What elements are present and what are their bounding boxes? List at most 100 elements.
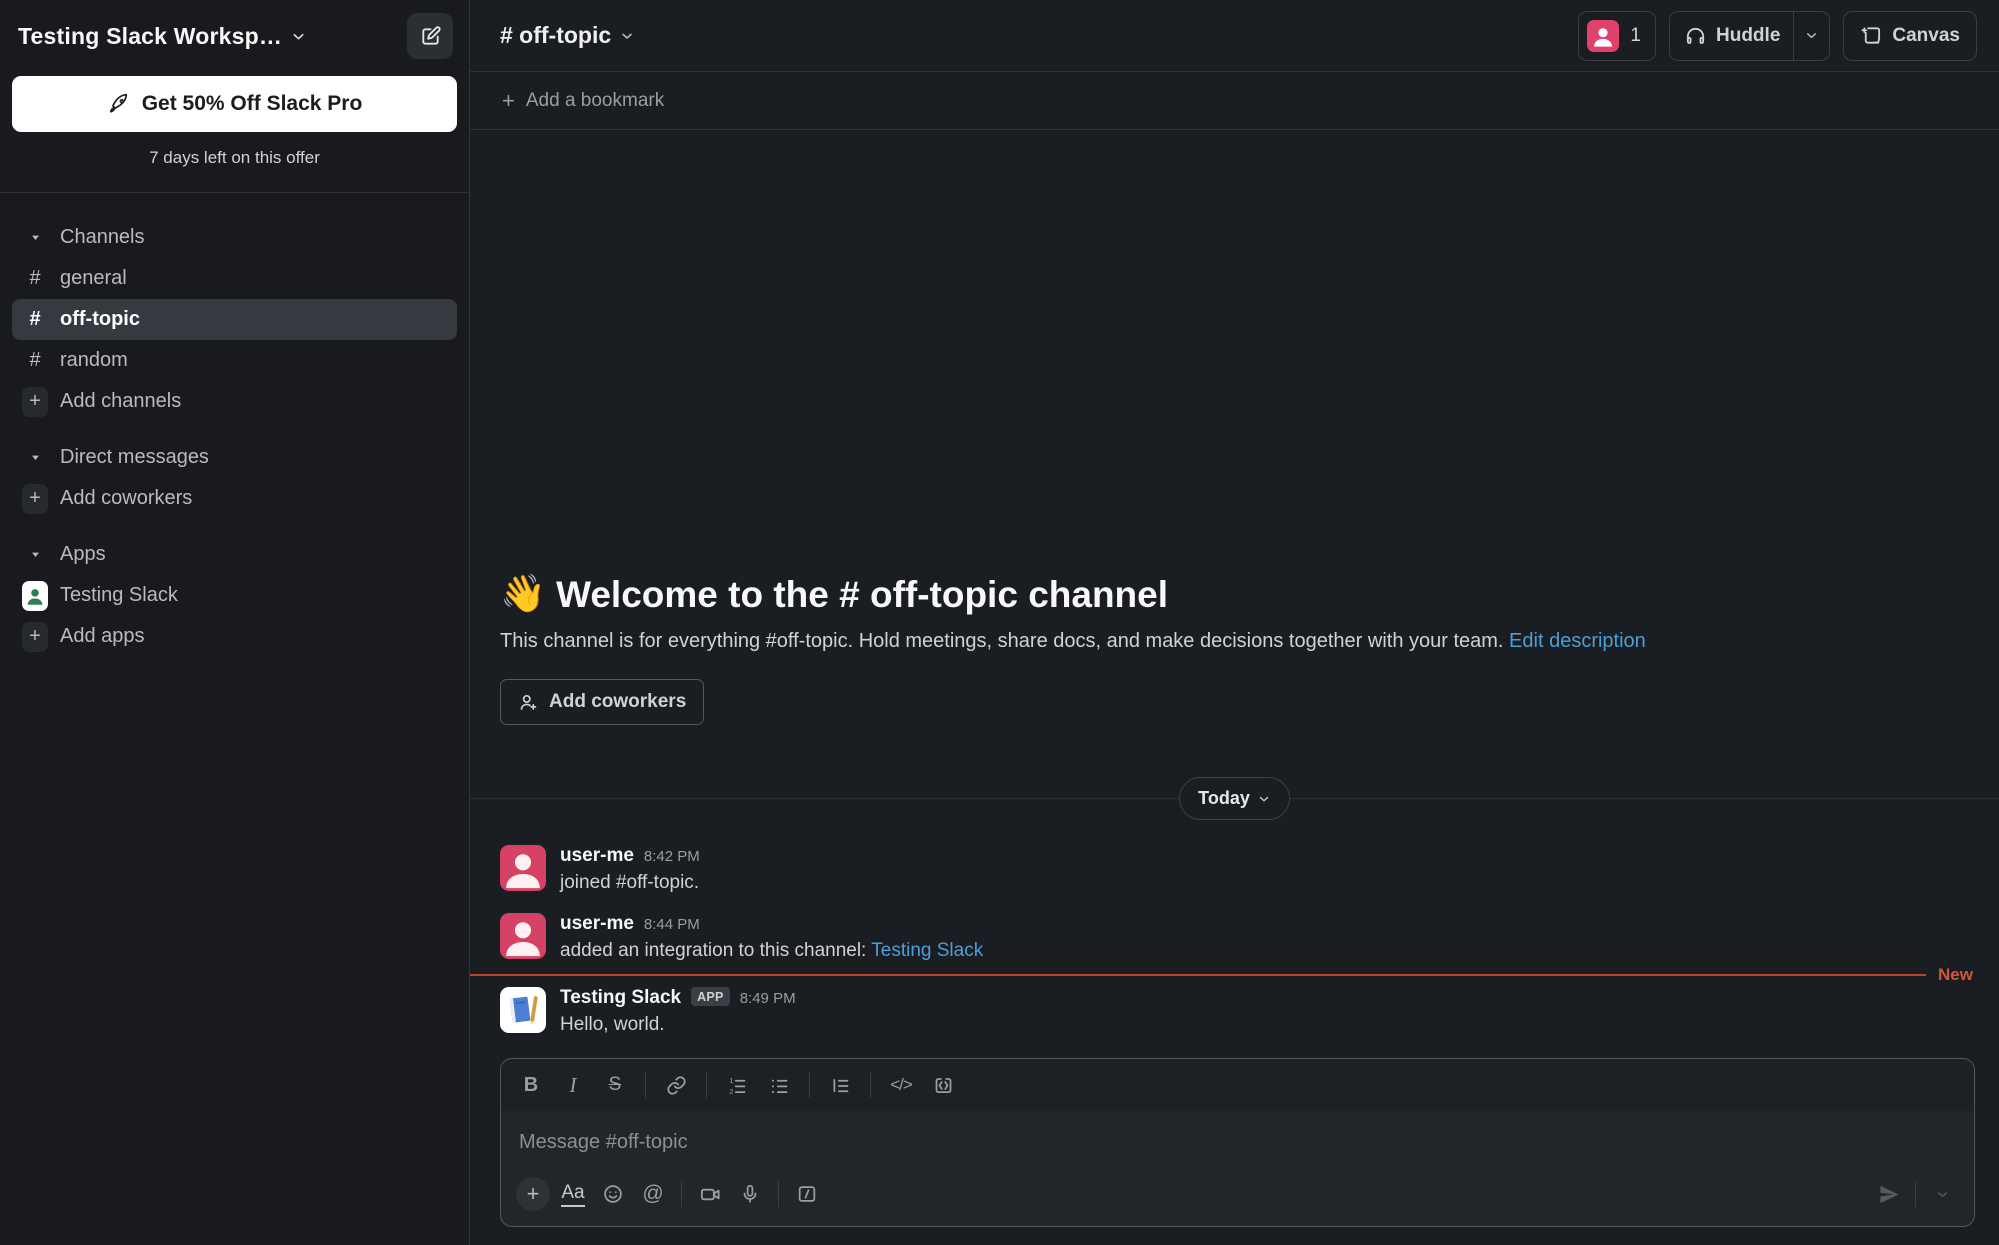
plus-icon: +	[22, 387, 48, 417]
slack-app: Testing Slack Worksp… Get 50% Off Slack …	[0, 0, 1999, 1245]
strikethrough-button[interactable]: S	[595, 1067, 635, 1103]
sidebar-item-random[interactable]: # random	[12, 340, 457, 381]
avatar[interactable]	[500, 913, 546, 959]
app-avatar	[22, 581, 48, 611]
workspace-switcher[interactable]: Testing Slack Worksp…	[18, 23, 307, 50]
code-block-button[interactable]	[923, 1067, 963, 1103]
chevron-down-icon	[290, 28, 307, 45]
message-username[interactable]: user-me	[560, 913, 634, 935]
huddle-main: Huddle	[1684, 24, 1793, 47]
code-block-icon	[933, 1075, 954, 1096]
message-timestamp[interactable]: 8:42 PM	[644, 848, 700, 865]
message-composer: B I S 12	[500, 1058, 1975, 1227]
edit-description-link[interactable]: Edit description	[1509, 630, 1646, 652]
person-icon	[24, 585, 46, 607]
send-options-button[interactable]	[1922, 1175, 1962, 1213]
audio-clip-button[interactable]	[730, 1175, 770, 1213]
link-button[interactable]	[656, 1067, 696, 1103]
person-add-icon	[518, 692, 539, 713]
date-pill-button[interactable]: Today	[1179, 777, 1290, 820]
channel-label: random	[60, 349, 128, 372]
message-text: joined #off-topic.	[560, 872, 700, 894]
member-avatar	[1587, 20, 1619, 52]
huddle-label: Huddle	[1716, 25, 1780, 47]
dm-section-header[interactable]: Direct messages	[12, 437, 457, 478]
divider-line	[470, 798, 1179, 799]
offer-expiry-note: 7 days left on this offer	[12, 132, 457, 192]
new-message-button[interactable]	[407, 13, 453, 59]
channels-section-header[interactable]: Channels	[12, 217, 457, 258]
composer-actions: + Aa @	[501, 1168, 1974, 1226]
message-timestamp[interactable]: 8:44 PM	[644, 916, 700, 933]
new-messages-divider: New	[470, 974, 1999, 976]
plus-icon: +	[22, 484, 48, 514]
send-button[interactable]	[1869, 1175, 1909, 1213]
get-slack-pro-button[interactable]: Get 50% Off Slack Pro	[12, 76, 457, 132]
send-group	[1869, 1175, 1962, 1213]
add-apps-button[interactable]: + Add apps	[12, 616, 457, 657]
channel-welcome: 👋 Welcome to the # off-topic channel Thi…	[470, 573, 1999, 725]
new-divider-line	[470, 974, 1926, 976]
sidebar-item-testing-slack-app[interactable]: Testing Slack	[12, 575, 457, 616]
pro-offer: Get 50% Off Slack Pro 7 days left on thi…	[0, 72, 469, 192]
link-icon	[666, 1075, 687, 1096]
video-clip-button[interactable]	[690, 1175, 730, 1213]
dm-section-label: Direct messages	[60, 446, 209, 469]
person-icon	[1590, 23, 1616, 49]
separator	[681, 1181, 682, 1207]
emoji-button[interactable]	[593, 1175, 633, 1213]
bulleted-list-button[interactable]	[759, 1067, 799, 1103]
message-timestamp[interactable]: 8:49 PM	[740, 990, 796, 1007]
apps-section-header[interactable]: Apps	[12, 534, 457, 575]
blockquote-icon	[830, 1075, 851, 1096]
attach-button[interactable]: +	[513, 1175, 553, 1213]
canvas-button[interactable]: Canvas	[1843, 11, 1977, 61]
message-username[interactable]: Testing Slack	[560, 987, 681, 1009]
huddle-options-toggle[interactable]	[1793, 12, 1829, 60]
plus-icon: +	[516, 1177, 550, 1211]
workspace-header: Testing Slack Worksp…	[0, 0, 469, 72]
inline-code-button[interactable]: </>	[881, 1067, 921, 1103]
mention-button[interactable]: @	[633, 1175, 673, 1213]
bold-button[interactable]: B	[511, 1067, 551, 1103]
chevron-down-icon	[619, 28, 635, 44]
ordered-list-button[interactable]: 12	[717, 1067, 757, 1103]
italic-button[interactable]: I	[553, 1067, 593, 1103]
divider-line	[1290, 798, 1999, 799]
separator	[870, 1072, 871, 1098]
add-channels-button[interactable]: + Add channels	[12, 381, 457, 422]
section-gap	[12, 422, 457, 437]
sidebar-item-off-topic[interactable]: # off-topic	[12, 299, 457, 340]
avatar[interactable]	[500, 845, 546, 891]
separator	[1915, 1181, 1916, 1207]
channel-header: # off-topic 1 Huddle	[470, 0, 1999, 72]
channel-label: off-topic	[60, 308, 140, 331]
description-text: This channel is for everything #off-topi…	[500, 630, 1509, 652]
formatting-toggle-button[interactable]: Aa	[553, 1175, 593, 1213]
integration-link[interactable]: Testing Slack	[871, 940, 983, 961]
message-input[interactable]	[501, 1111, 1974, 1168]
messages-list: user-me 8:42 PM joined #off-topic. user-…	[470, 820, 1999, 1050]
message-history: 👋 Welcome to the # off-topic channel Thi…	[470, 130, 1999, 1245]
app-book-icon	[500, 987, 546, 1033]
add-bookmark-button[interactable]: + Add a bookmark	[470, 72, 1999, 130]
message-row: Testing Slack APP 8:49 PM Hello, world.	[470, 978, 1999, 1046]
section-gap	[12, 519, 457, 534]
plus-icon: +	[22, 622, 48, 652]
avatar[interactable]	[500, 987, 546, 1033]
compose-icon	[419, 25, 442, 48]
blockquote-button[interactable]	[820, 1067, 860, 1103]
date-divider: Today	[470, 777, 1999, 820]
ordered-list-icon: 12	[727, 1075, 748, 1096]
huddle-button[interactable]: Huddle	[1669, 11, 1830, 61]
members-button[interactable]: 1	[1578, 11, 1656, 61]
channel-title-button[interactable]: # off-topic	[500, 22, 635, 49]
message-username[interactable]: user-me	[560, 845, 634, 867]
add-coworkers-button[interactable]: Add coworkers	[500, 679, 704, 725]
at-icon: @	[642, 1182, 663, 1206]
shortcuts-button[interactable]	[787, 1175, 827, 1213]
add-coworkers-sidebar-button[interactable]: + Add coworkers	[12, 478, 457, 519]
bulleted-list-icon	[769, 1075, 790, 1096]
sidebar-item-general[interactable]: # general	[12, 258, 457, 299]
message-text: added an integration to this channel: Te…	[560, 940, 983, 962]
